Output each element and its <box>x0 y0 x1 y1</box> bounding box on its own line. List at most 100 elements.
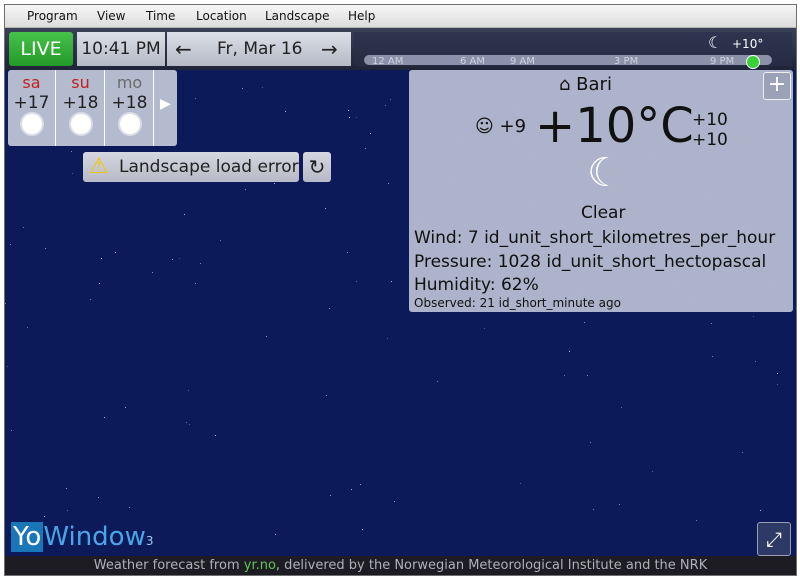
star <box>484 328 485 329</box>
star <box>266 336 267 337</box>
live-button[interactable]: LIVE <box>9 32 73 66</box>
star <box>390 99 391 100</box>
forecast-day[interactable]: sa +17 <box>8 70 56 146</box>
date-navigator: ← Fr, Mar 16 → <box>167 32 351 66</box>
prev-day-arrow-icon[interactable]: ← <box>175 32 192 66</box>
menu-help[interactable]: Help <box>348 9 375 23</box>
star <box>90 299 91 300</box>
star <box>186 422 187 423</box>
timeline-scrubber[interactable]: 12 AM 6 AM 9 AM 3 PM 9 PM ☾ +10° <box>354 32 792 69</box>
star <box>564 375 565 376</box>
moon-icon: ☾ <box>587 150 623 196</box>
star <box>619 504 620 505</box>
landscape-error-badge: ⚠ Landscape load error <box>83 152 299 182</box>
star <box>172 259 173 260</box>
timeline-tick: 6 AM <box>460 56 486 67</box>
star <box>71 151 72 152</box>
timeline-handle[interactable] <box>746 55 760 69</box>
star <box>712 356 713 357</box>
star <box>242 88 243 89</box>
star <box>45 248 46 249</box>
yowindow-logo[interactable]: YoWindow3 <box>11 522 154 556</box>
star <box>7 366 8 367</box>
reload-button[interactable]: ↻ <box>303 152 331 182</box>
star <box>195 283 196 284</box>
location-name[interactable]: ⌂ Bari <box>559 74 612 95</box>
star <box>584 322 585 323</box>
current-temperature: +10°C <box>535 98 694 154</box>
star <box>621 407 622 408</box>
star <box>245 189 246 190</box>
star <box>195 98 196 99</box>
menu-landscape[interactable]: Landscape <box>265 9 329 23</box>
pressure-text: Pressure: 1028 id_unit_short_hectopascal <box>414 252 767 272</box>
high-temp: +10 <box>692 110 728 130</box>
moon-icon: ☾ <box>708 33 723 52</box>
feels-like-value: +9 <box>499 116 527 137</box>
star <box>520 483 521 484</box>
star <box>593 509 594 510</box>
day-temp: +18 <box>62 93 99 113</box>
star <box>27 327 28 328</box>
star <box>129 507 130 508</box>
star <box>326 395 327 396</box>
day-name: sa <box>22 73 41 92</box>
person-icon: ☺ <box>475 116 494 137</box>
logo-yo: Yo <box>11 522 44 552</box>
star <box>360 484 361 485</box>
star <box>696 520 697 521</box>
low-temp: +10 <box>692 130 728 150</box>
menu-view[interactable]: View <box>97 9 125 23</box>
timeline-tick: 9 AM <box>510 56 536 67</box>
expand-icon: ⤢ <box>766 527 782 551</box>
star <box>351 489 352 490</box>
star <box>569 351 570 352</box>
day-temp: +17 <box>13 93 50 113</box>
star <box>274 183 275 184</box>
warning-icon: ⚠ <box>89 154 109 179</box>
timeline-tick: 12 AM <box>372 56 404 67</box>
fullscreen-button[interactable]: ⤢ <box>757 522 791 556</box>
star <box>67 510 68 511</box>
star <box>101 258 102 259</box>
current-time: 10:41 PM <box>77 32 165 66</box>
star <box>66 488 67 489</box>
star <box>391 281 392 282</box>
refresh-icon: ↻ <box>308 155 326 179</box>
menu-program[interactable]: Program <box>27 9 78 23</box>
menu-bar: Program View Time Location Landscape Hel… <box>5 5 796 28</box>
day-name: su <box>71 73 90 92</box>
humidity-text: Humidity: 62% <box>414 275 539 295</box>
high-low: +10 +10 <box>692 110 728 150</box>
day-temp: +18 <box>111 93 148 113</box>
star <box>362 529 363 530</box>
forecast-day[interactable]: su +18 <box>57 70 105 146</box>
star <box>325 208 326 209</box>
wind-text: Wind: 7 id_unit_short_kilometres_per_hou… <box>414 228 776 248</box>
star <box>349 117 350 118</box>
footer-suffix: , delivered by the Norwegian Meteorologi… <box>275 558 708 573</box>
star <box>587 375 588 376</box>
star <box>152 272 153 273</box>
star <box>72 173 73 174</box>
yr-link[interactable]: yr.no <box>244 558 276 573</box>
add-location-button[interactable]: + <box>763 72 791 100</box>
star <box>387 338 388 339</box>
forecast-next-icon[interactable]: ▶ <box>160 96 171 112</box>
star <box>590 442 591 443</box>
menu-location[interactable]: Location <box>196 9 247 23</box>
star <box>179 258 180 259</box>
menu-time[interactable]: Time <box>146 9 175 23</box>
star <box>330 495 331 496</box>
footer-credits: Weather forecast from yr.no, delivered b… <box>5 556 796 575</box>
star <box>275 534 276 535</box>
next-day-arrow-icon[interactable]: → <box>321 32 338 66</box>
sun-icon <box>121 116 138 132</box>
star <box>99 283 100 284</box>
timeline-tick: 3 PM <box>614 56 639 67</box>
forecast-day[interactable]: mo +18 <box>106 70 154 146</box>
footer-prefix: Weather forecast from <box>93 558 244 573</box>
star <box>285 111 286 112</box>
timeline-tick: 9 PM <box>710 56 735 67</box>
star <box>125 407 126 408</box>
